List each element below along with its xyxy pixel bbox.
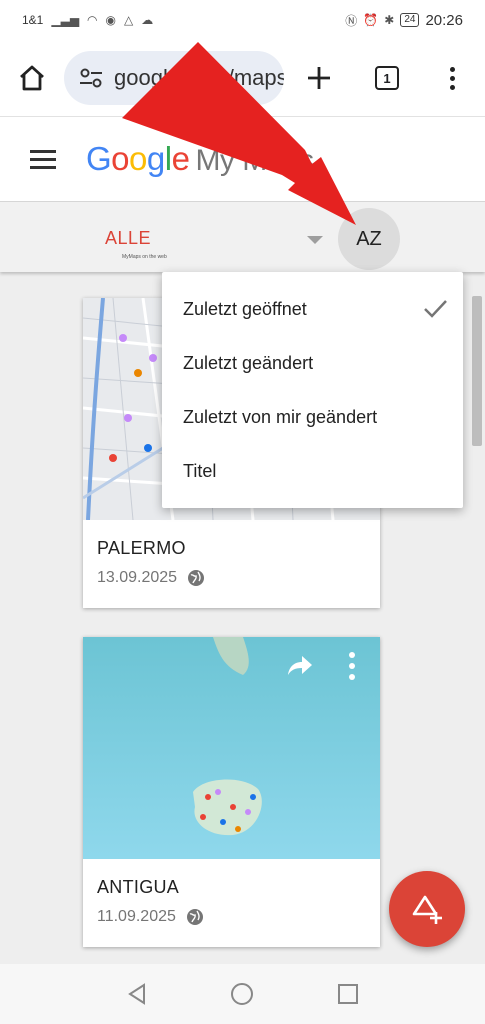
tune-icon[interactable] <box>78 65 104 91</box>
new-tab-button[interactable] <box>284 40 354 116</box>
chevron-down-icon[interactable] <box>307 236 323 244</box>
eye-icon: ◉ <box>105 13 117 27</box>
clock: 20:26 <box>425 11 463 29</box>
globe-icon <box>188 570 205 586</box>
sort-menu: Zuletzt geöffnet Zuletzt geändert Zuletz… <box>162 272 463 508</box>
check-icon <box>424 300 447 318</box>
map-date: 13.09.2025 <box>97 569 178 586</box>
browser-toolbar: google.com/maps 1 <box>0 40 485 116</box>
tabs-icon: 1 <box>375 66 399 90</box>
map-title: ANTIGUA <box>97 877 180 897</box>
map-title: PALERMO <box>97 538 186 558</box>
card-more-vert-icon[interactable] <box>349 652 355 680</box>
filter-bar: ALLE MyMaps on the web AZ <box>0 202 485 272</box>
home-icon <box>20 65 44 91</box>
system-nav-bar <box>0 964 485 1024</box>
create-map-icon <box>412 895 442 924</box>
filter-sublabel: MyMaps on the web <box>122 254 167 260</box>
globe-icon <box>186 909 203 925</box>
sort-option-last-opened[interactable]: Zuletzt geöffnet <box>162 282 463 336</box>
back-icon[interactable] <box>126 982 148 1006</box>
address-bar[interactable]: google.com/maps <box>64 51 284 105</box>
sort-option-last-modified[interactable]: Zuletzt geändert <box>162 336 463 390</box>
app-header: Go o g l e My Maps <box>0 116 485 202</box>
google-my-maps-logo: Go o g l e My Maps <box>86 140 314 177</box>
create-map-button[interactable] <box>389 871 465 947</box>
hamburger-icon[interactable] <box>0 116 86 202</box>
bluetooth-icon: ✱ <box>384 13 395 27</box>
battery-icon: 24 <box>400 13 420 27</box>
alarm-icon: ⏰ <box>363 13 379 27</box>
more-vert-icon[interactable] <box>420 40 484 116</box>
cloud-icon: ☁ <box>141 13 154 27</box>
recents-icon[interactable] <box>337 983 359 1005</box>
home-button[interactable] <box>0 40 64 116</box>
url-text: google.com/maps <box>114 65 284 90</box>
plus-icon <box>308 67 330 89</box>
home-circle-icon[interactable] <box>230 982 254 1006</box>
signal-icon: ▁▃▅ <box>51 13 80 27</box>
wifi-icon: ◠ <box>87 13 98 27</box>
tab-switcher-button[interactable]: 1 <box>354 40 420 116</box>
sort-option-last-modified-by-me[interactable]: Zuletzt von mir geändert <box>162 390 463 444</box>
filter-dropdown-label[interactable]: ALLE <box>105 228 151 249</box>
scrollbar[interactable] <box>472 296 482 446</box>
drive-icon: △ <box>124 13 134 27</box>
map-date: 11.09.2025 <box>97 908 176 925</box>
status-bar: 1&1 ▁▃▅ ◠ ◉ △ ☁ Ⓝ ⏰ ✱ 24 20:26 <box>0 0 485 40</box>
share-icon[interactable] <box>286 654 314 678</box>
sort-button[interactable]: AZ <box>338 208 400 270</box>
sort-az-icon: AZ <box>356 227 382 250</box>
carrier-label: 1&1 <box>22 13 44 27</box>
map-thumbnail[interactable] <box>83 637 380 859</box>
nfc-icon: Ⓝ <box>345 13 358 28</box>
sort-option-title[interactable]: Titel <box>162 444 463 498</box>
map-card[interactable]: ANTIGUA 11.09.2025 <box>83 637 380 947</box>
